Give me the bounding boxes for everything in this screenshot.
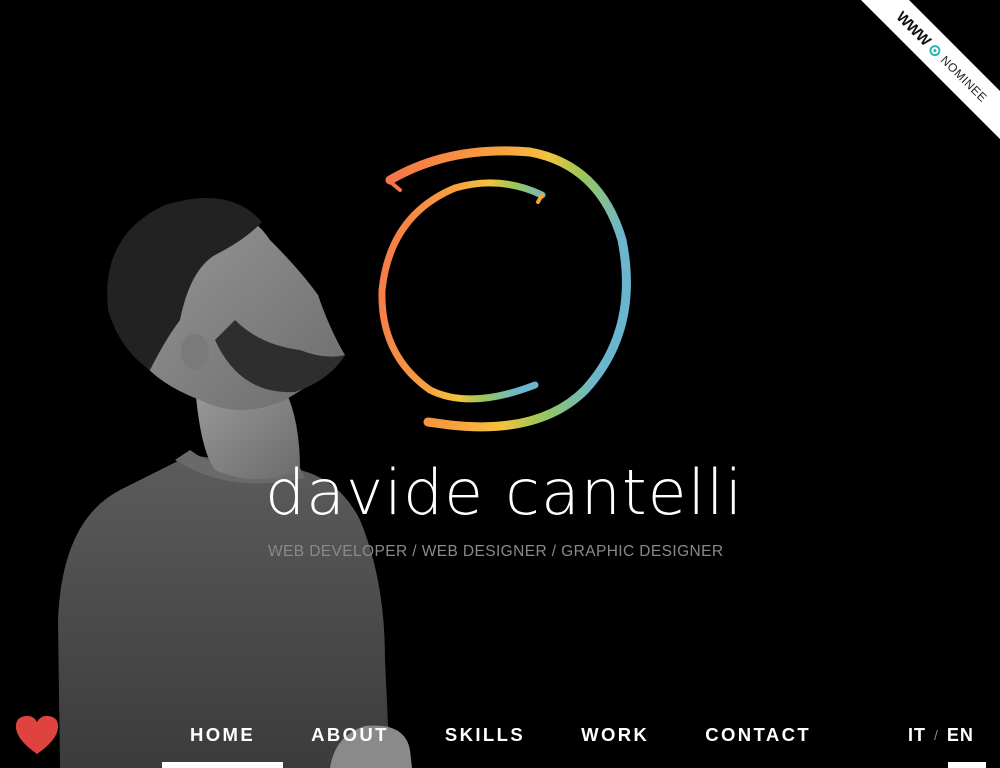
lang-en[interactable]: EN <box>947 720 974 750</box>
nav-work[interactable]: WORK <box>553 720 677 750</box>
award-ribbon[interactable]: WWW NOMINEE <box>850 0 1000 150</box>
nav-about[interactable]: ABOUT <box>283 720 417 750</box>
lang-active-indicator <box>948 762 986 768</box>
site-tagline: WEB DEVELOPER / WEB DESIGNER / GRAPHIC D… <box>268 543 724 560</box>
ribbon-www: WWW <box>893 8 935 50</box>
nominee-badge[interactable]: WWW NOMINEE <box>859 0 1000 140</box>
heart-icon[interactable] <box>13 714 61 756</box>
nav-skills[interactable]: SKILLS <box>417 720 553 750</box>
lang-it[interactable]: IT <box>908 720 926 750</box>
nav-home[interactable]: HOME <box>162 720 284 768</box>
ribbon-label: NOMINEE <box>937 52 990 105</box>
nav-contact[interactable]: CONTACT <box>677 720 839 750</box>
main-nav: HOME ABOUT SKILLS WORK CONTACT <box>162 720 839 768</box>
hero-page: davide cantelli WEB DEVELOPER / WEB DESI… <box>0 0 1000 768</box>
language-switcher: IT / EN <box>908 720 974 750</box>
site-name: davide cantelli <box>265 456 744 529</box>
circle-logo-icon <box>378 146 631 432</box>
award-dot-icon <box>927 42 944 59</box>
lang-separator: / <box>934 727 939 743</box>
